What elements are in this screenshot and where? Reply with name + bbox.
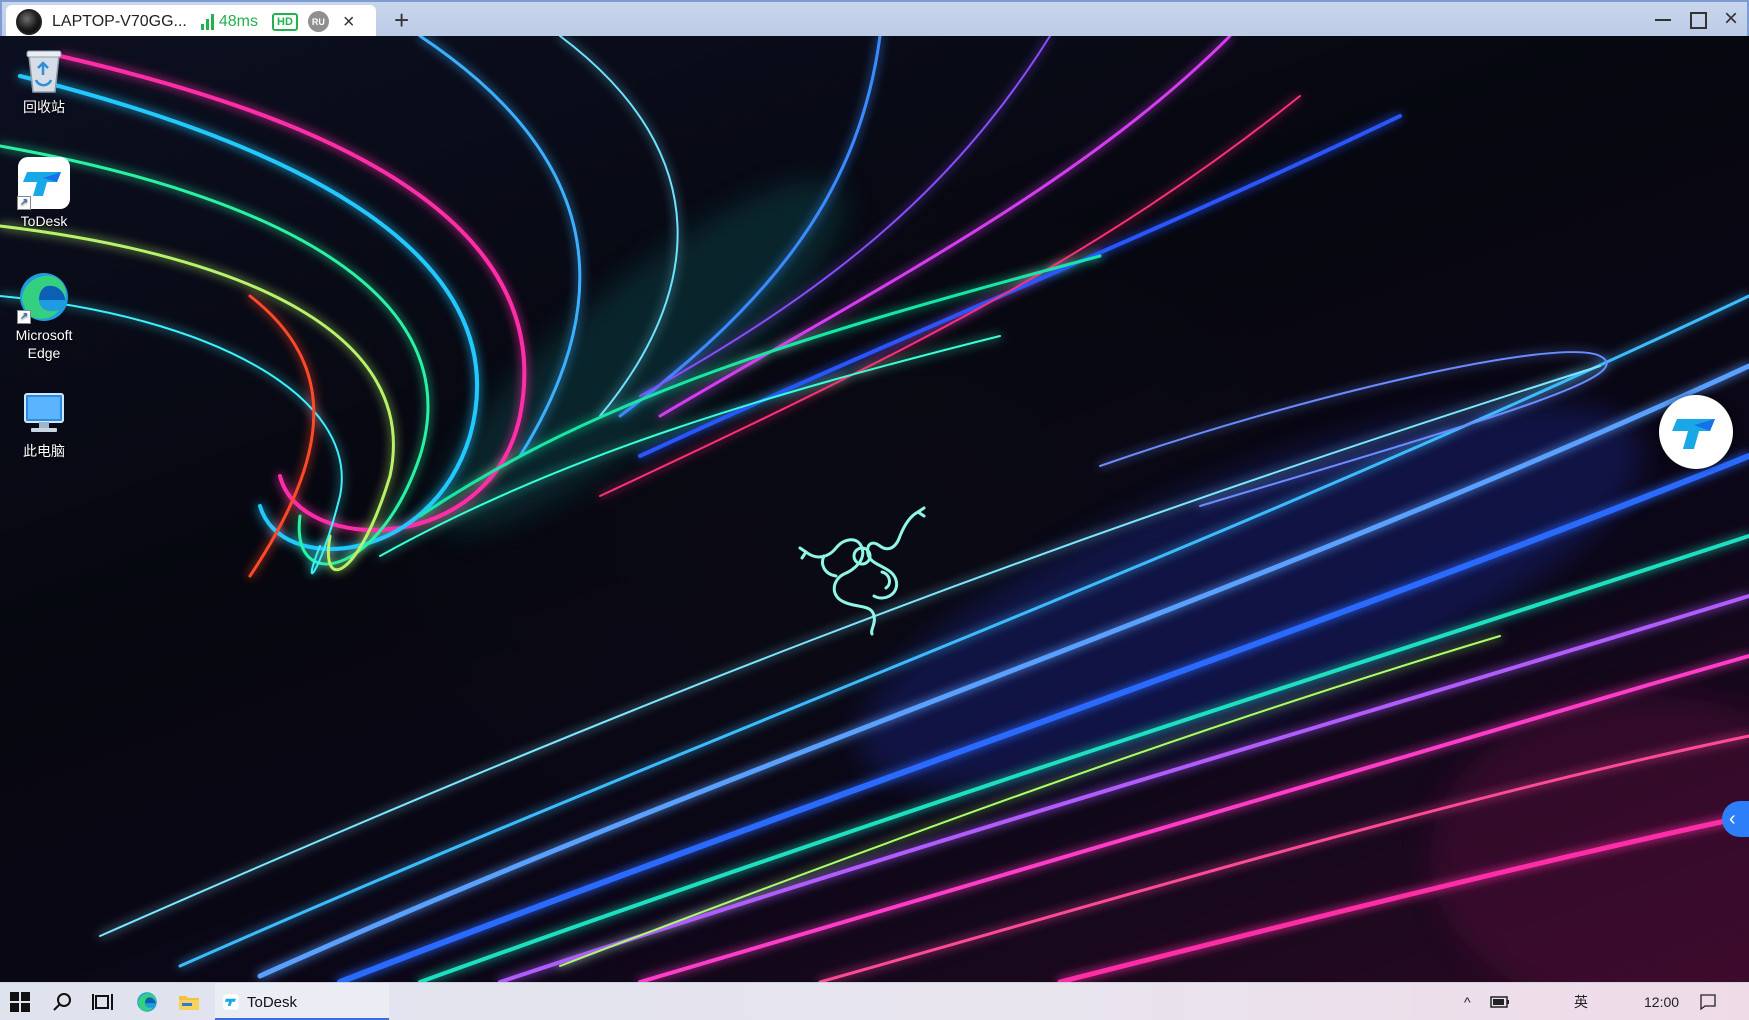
remote-desktop[interactable]: 回收站 ↗ ToDesk ↗ Microsoft Edge 此电脑 ‹ (0, 36, 1749, 982)
desktop-icon-label: Microsoft Edge (15, 327, 73, 361)
razer-logo (798, 506, 926, 636)
desktop-icon-label: ToDesk (20, 213, 68, 229)
notification-center[interactable] (1700, 983, 1722, 1020)
session-tab-title: LAPTOP-V70GG... (52, 12, 187, 30)
desktop-icon-recycle-bin[interactable]: 回收站 (0, 42, 88, 116)
close-tab-button[interactable]: × (343, 12, 355, 32)
search-button[interactable] (52, 983, 78, 1020)
desktop-icon-this-pc[interactable]: 此电脑 (0, 386, 88, 460)
hd-quality-badge[interactable]: HD (272, 12, 298, 31)
start-button[interactable] (10, 983, 36, 1020)
windows-start-icon (10, 992, 30, 1012)
shortcut-arrow-icon: ↗ (17, 310, 31, 324)
desktop-icon-edge[interactable]: ↗ Microsoft Edge (0, 270, 88, 362)
edge-icon (137, 992, 157, 1012)
taskbar: ToDesk ^ 英 12:00 (0, 982, 1749, 1020)
todesk-icon: ↗ (17, 156, 71, 210)
computer-icon (17, 386, 71, 440)
taskbar-todesk[interactable]: ToDesk (215, 983, 389, 1020)
remote-window-titlebar: LAPTOP-V70GG... 48ms HD RU × + × (0, 0, 1749, 38)
user-badge: RU (307, 11, 329, 32)
battery-indicator[interactable] (1490, 983, 1512, 1020)
maximize-button[interactable] (1686, 8, 1708, 30)
todesk-icon (1672, 419, 1715, 449)
battery-icon (1490, 996, 1509, 1008)
desktop-icon-label: 此电脑 (23, 443, 65, 459)
close-window-button[interactable]: × (1720, 7, 1742, 31)
signal-strength-icon (200, 13, 214, 30)
desktop-icon-label: 回收站 (23, 99, 65, 115)
floating-todesk-button[interactable] (1659, 395, 1733, 469)
taskbar-app-label: ToDesk (247, 993, 298, 1011)
taskbar-edge[interactable] (136, 983, 162, 1020)
taskbar-file-explorer[interactable] (178, 983, 204, 1020)
tray-clock[interactable]: 12:00 (1644, 983, 1679, 1020)
task-view-button[interactable] (92, 983, 118, 1020)
search-icon (53, 993, 71, 1011)
recycle-bin-icon (17, 42, 71, 96)
task-view-icon (92, 994, 113, 1010)
desktop-icon-todesk[interactable]: ↗ ToDesk (0, 156, 88, 230)
todesk-icon (223, 994, 239, 1010)
new-tab-button[interactable]: + (394, 6, 409, 34)
edge-icon: ↗ (17, 270, 71, 324)
minimize-button[interactable] (1652, 8, 1674, 30)
latency-label: 48ms (218, 12, 258, 30)
session-tab[interactable]: LAPTOP-V70GG... 48ms HD RU × (6, 5, 376, 38)
device-avatar (16, 8, 42, 35)
notification-icon (1700, 994, 1716, 1010)
input-language[interactable]: 英 (1574, 983, 1588, 1020)
folder-icon (179, 996, 199, 1010)
shortcut-arrow-icon: ↗ (17, 196, 31, 210)
tray-overflow-chevron[interactable]: ^ (1464, 983, 1471, 1020)
